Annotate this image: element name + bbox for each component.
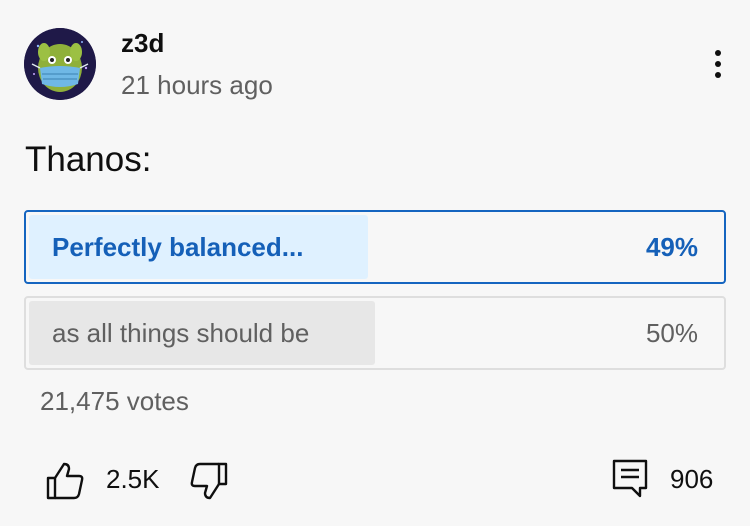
like-count: 2.5K <box>106 464 160 494</box>
more-vert-icon <box>715 50 721 56</box>
avatar[interactable] <box>24 28 96 100</box>
avatar-image <box>24 28 96 100</box>
post-text: Thanos: <box>25 140 152 179</box>
comment-icon <box>612 459 648 498</box>
thumb-down-icon <box>190 462 228 500</box>
thumb-up-icon <box>46 462 84 500</box>
poll-option-1[interactable]: Perfectly balanced... 49% <box>24 210 726 284</box>
more-vert-icon-dot <box>715 72 721 78</box>
author-name[interactable]: z3d <box>121 28 164 59</box>
like-button[interactable] <box>44 460 86 502</box>
poll-option-1-percent: 49% <box>645 231 698 262</box>
dislike-button[interactable] <box>188 460 230 502</box>
comments-button[interactable] <box>610 458 652 500</box>
community-post: z3d 21 hours ago Thanos: Perfectly balan… <box>0 0 750 526</box>
poll-option-1-label: Perfectly balanced... <box>52 231 304 262</box>
more-vert-icon-dot <box>715 61 721 67</box>
poll-option-2-label: as all things should be <box>52 317 310 348</box>
poll-option-2[interactable]: as all things should be 50% <box>24 296 726 370</box>
post-timestamp: 21 hours ago <box>121 70 273 100</box>
more-options-button[interactable] <box>700 44 736 84</box>
vote-count: 21,475 votes <box>40 386 189 416</box>
poll-option-2-percent: 50% <box>645 317 698 348</box>
comment-count: 906 <box>670 464 714 494</box>
